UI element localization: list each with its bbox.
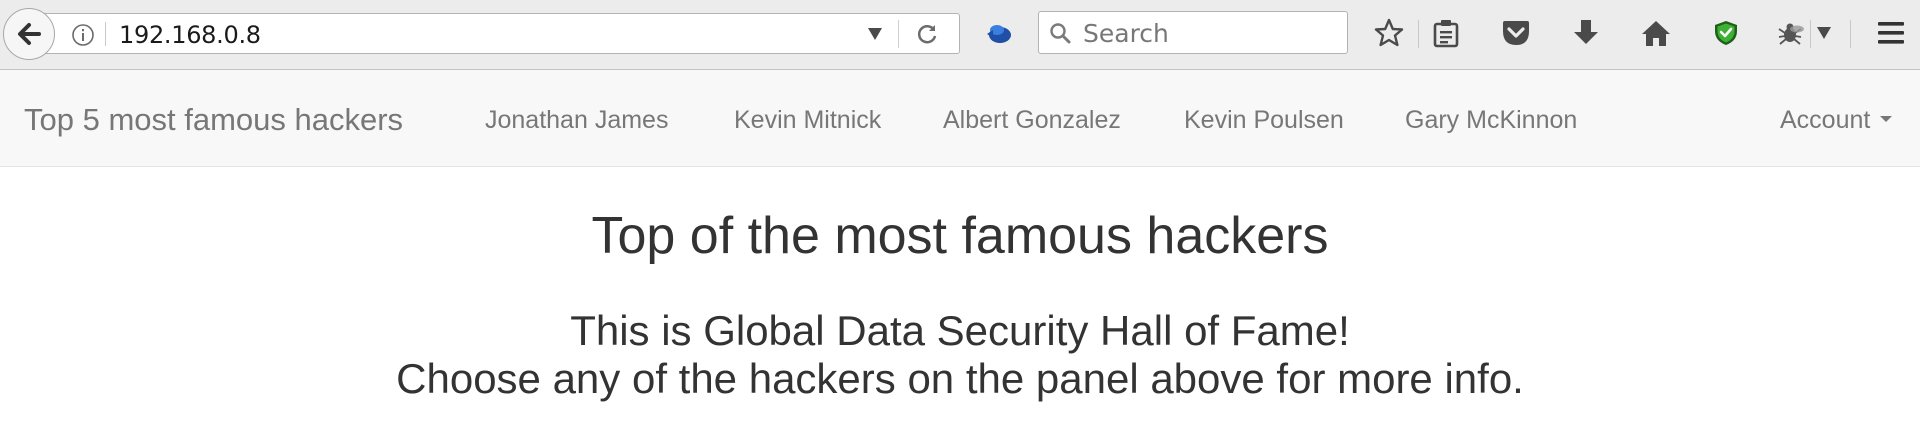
url-separator bbox=[105, 22, 106, 46]
search-icon bbox=[1050, 23, 1071, 44]
menu-button[interactable] bbox=[1874, 17, 1908, 49]
search-placeholder: Search bbox=[1083, 19, 1169, 48]
home-icon bbox=[1642, 21, 1670, 46]
info-icon[interactable] bbox=[71, 23, 95, 47]
reading-list-button[interactable] bbox=[1430, 17, 1462, 49]
nav-link-jonathan-james[interactable]: Jonathan James bbox=[485, 108, 668, 133]
caret-down-icon bbox=[1880, 116, 1893, 123]
nav-link-kevin-poulsen[interactable]: Kevin Poulsen bbox=[1184, 108, 1344, 133]
address-bar[interactable]: 192.168.0.8 bbox=[40, 13, 960, 54]
back-arrow-icon bbox=[18, 23, 41, 45]
download-button[interactable] bbox=[1570, 17, 1602, 49]
extension-icon[interactable] bbox=[983, 20, 1015, 46]
nav-link-albert-gonzalez[interactable]: Albert Gonzalez bbox=[943, 108, 1121, 133]
pocket-icon bbox=[1503, 21, 1529, 45]
bookmark-star-icon bbox=[1374, 18, 1404, 47]
page-heading: Top of the most famous hackers bbox=[591, 207, 1329, 265]
toolbar-separator bbox=[1810, 20, 1811, 48]
bug-icon bbox=[1778, 23, 1804, 45]
account-label: Account bbox=[1780, 106, 1871, 134]
back-button[interactable] bbox=[3, 8, 55, 60]
shield-icon bbox=[1715, 21, 1737, 45]
url-text[interactable]: 192.168.0.8 bbox=[119, 21, 261, 49]
shield-button[interactable] bbox=[1711, 18, 1741, 48]
toolbar-separator bbox=[1418, 20, 1419, 48]
navbar-brand[interactable]: Top 5 most famous hackers bbox=[24, 104, 403, 135]
addon-button[interactable] bbox=[1774, 18, 1808, 48]
reload-icon[interactable] bbox=[915, 22, 939, 46]
search-bar[interactable]: Search bbox=[1038, 11, 1348, 54]
browser-toolbar: 192.168.0.8 Search bbox=[0, 0, 1920, 70]
home-button[interactable] bbox=[1640, 17, 1672, 49]
menu-icon bbox=[1878, 22, 1904, 44]
intro-line-2: Choose any of the hackers on the panel a… bbox=[396, 355, 1524, 402]
toolbar-separator bbox=[1850, 20, 1851, 48]
dropmarker-icon[interactable] bbox=[867, 27, 883, 41]
site-navbar: Top 5 most famous hackers Jonathan James… bbox=[0, 70, 1920, 167]
addon-dropdown-icon[interactable] bbox=[1816, 26, 1832, 40]
intro-text: This is Global Data Security Hall of Fam… bbox=[0, 307, 1920, 403]
account-dropdown[interactable]: Account bbox=[1780, 106, 1893, 134]
download-icon bbox=[1574, 20, 1598, 44]
nav-link-gary-mckinnon[interactable]: Gary McKinnon bbox=[1405, 108, 1577, 133]
nav-link-kevin-mitnick[interactable]: Kevin Mitnick bbox=[734, 108, 881, 133]
pocket-button[interactable] bbox=[1500, 17, 1532, 49]
bookmark-star-button[interactable] bbox=[1373, 17, 1405, 49]
url-separator bbox=[898, 20, 899, 48]
reading-list-icon bbox=[1433, 20, 1459, 48]
intro-line-1: This is Global Data Security Hall of Fam… bbox=[570, 307, 1350, 354]
